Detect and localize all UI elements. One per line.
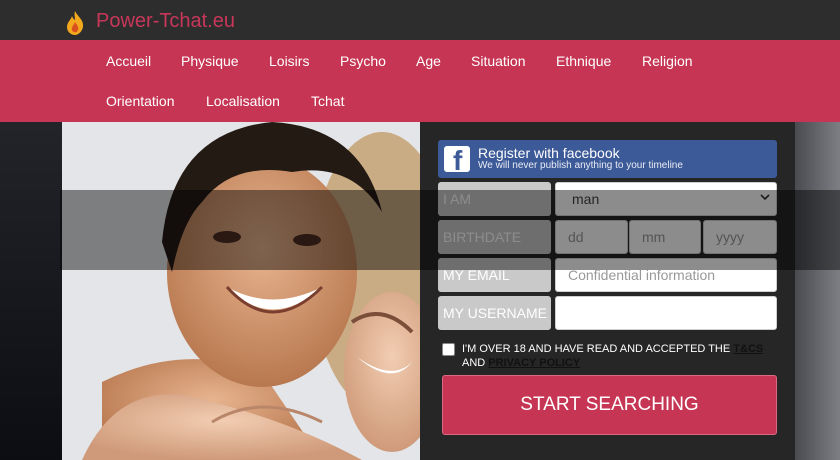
site-title-link[interactable]: Power-Tchat.eu bbox=[96, 10, 235, 33]
username-label: MY USERNAME bbox=[438, 296, 551, 330]
email-input[interactable]: Confidential information bbox=[555, 258, 777, 292]
nav-item-physique[interactable]: Physique bbox=[181, 53, 239, 69]
facebook-icon: f bbox=[444, 146, 470, 176]
background-left bbox=[0, 122, 62, 460]
nav-item-tchat[interactable]: Tchat bbox=[311, 93, 344, 109]
terms-and: AND bbox=[462, 357, 486, 369]
birth-month-placeholder: mm bbox=[642, 229, 666, 245]
nav-item-age[interactable]: Age bbox=[416, 53, 441, 69]
couple-photo bbox=[62, 122, 420, 460]
gender-select[interactable]: man bbox=[555, 182, 777, 216]
username-input[interactable] bbox=[555, 296, 777, 330]
nav-item-orientation[interactable]: Orientation bbox=[106, 93, 174, 109]
email-placeholder: Confidential information bbox=[568, 267, 716, 283]
terms-prefix: I'M OVER 18 AND HAVE READ AND ACCEPTED T… bbox=[462, 343, 731, 355]
chevron-down-icon bbox=[760, 194, 770, 201]
facebook-button-subtitle: We will never publish anything to your t… bbox=[478, 160, 683, 171]
background-right bbox=[795, 122, 840, 460]
terms-checkbox[interactable] bbox=[442, 343, 455, 356]
birth-year-input[interactable]: yyyy bbox=[703, 220, 777, 254]
birthdate-label: BIRTHDATE bbox=[438, 220, 551, 254]
nav-item-loisirs[interactable]: Loisirs bbox=[269, 53, 309, 69]
top-bar: Power-Tchat.eu bbox=[0, 0, 840, 40]
nav-item-religion[interactable]: Religion bbox=[642, 53, 693, 69]
birth-month-input[interactable]: mm bbox=[629, 220, 701, 254]
birth-year-placeholder: yyyy bbox=[716, 229, 744, 245]
flame-logo-icon bbox=[67, 11, 84, 35]
birth-day-placeholder: dd bbox=[568, 229, 584, 245]
birth-day-input[interactable]: dd bbox=[555, 220, 628, 254]
email-label: MY EMAIL bbox=[438, 258, 551, 292]
facebook-register-button[interactable]: f Register with facebook We will never p… bbox=[438, 140, 777, 178]
gender-select-value: man bbox=[572, 191, 600, 207]
main-nav: Accueil Physique Loisirs Psycho Age Situ… bbox=[0, 40, 840, 122]
nav-item-accueil[interactable]: Accueil bbox=[106, 53, 151, 69]
terms-text: I'M OVER 18 AND HAVE READ AND ACCEPTED T… bbox=[462, 342, 782, 370]
nav-item-psycho[interactable]: Psycho bbox=[340, 53, 386, 69]
nav-item-ethnique[interactable]: Ethnique bbox=[556, 53, 611, 69]
iam-label: I AM bbox=[438, 182, 551, 216]
nav-item-situation[interactable]: Situation bbox=[471, 53, 525, 69]
facebook-button-title: Register with facebook bbox=[478, 145, 620, 161]
privacy-policy-link[interactable]: PRIVACY POLICY bbox=[488, 357, 580, 369]
tcs-link[interactable]: T&CS bbox=[733, 343, 763, 355]
nav-item-localisation[interactable]: Localisation bbox=[206, 93, 280, 109]
start-searching-button[interactable]: START SEARCHING bbox=[442, 375, 777, 435]
